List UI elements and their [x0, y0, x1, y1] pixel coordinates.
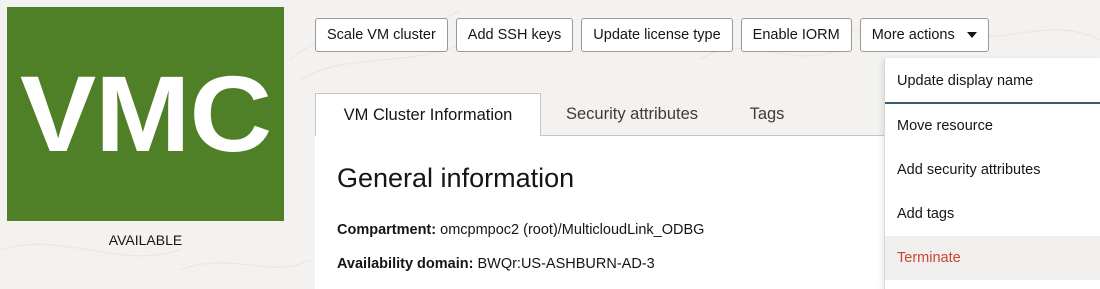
menu-item-add-security-attributes[interactable]: Add security attributes — [885, 148, 1100, 192]
availability-domain-value: BWQr:US-ASHBURN-AD-3 — [477, 256, 655, 272]
add-ssh-keys-button[interactable]: Add SSH keys — [455, 18, 574, 52]
compartment-label: Compartment: — [337, 222, 437, 238]
more-actions-menu: Update display name Move resource Add se… — [884, 58, 1100, 289]
update-license-type-button[interactable]: Update license type — [581, 18, 733, 52]
menu-item-terminate[interactable]: Terminate — [885, 236, 1100, 280]
resource-icon-tile: VMC — [7, 7, 284, 221]
menu-item-update-display-name[interactable]: Update display name — [885, 60, 1100, 104]
menu-item-add-tags[interactable]: Add tags — [885, 192, 1100, 236]
tab-vm-cluster-information[interactable]: VM Cluster Information — [315, 93, 541, 137]
status-label: AVAILABLE — [108, 232, 183, 248]
scale-vm-cluster-button[interactable]: Scale VM cluster — [315, 18, 448, 52]
enable-iorm-button[interactable]: Enable IORM — [740, 18, 852, 52]
section-title: General information — [337, 163, 575, 193]
resource-abbreviation: VMC — [19, 53, 272, 174]
action-toolbar: Scale VM cluster Add SSH keys Update lic… — [315, 18, 989, 52]
caret-down-icon — [966, 32, 977, 38]
availability-domain-label: Availability domain: — [337, 256, 474, 272]
compartment-value: omcpmpoc2 (root)/MulticloudLink_ODBG — [440, 222, 705, 238]
compartment-field: Compartment: omcpmpoc2 (root)/Multicloud… — [337, 222, 704, 238]
availability-domain-field: Availability domain: BWQr:US-ASHBURN-AD-… — [337, 256, 655, 272]
menu-item-move-resource[interactable]: Move resource — [885, 104, 1100, 148]
more-actions-label: More actions — [871, 27, 955, 43]
tab-tags[interactable]: Tags — [733, 93, 801, 136]
tab-security-attributes[interactable]: Security attributes — [547, 93, 717, 136]
more-actions-button[interactable]: More actions — [859, 18, 989, 52]
